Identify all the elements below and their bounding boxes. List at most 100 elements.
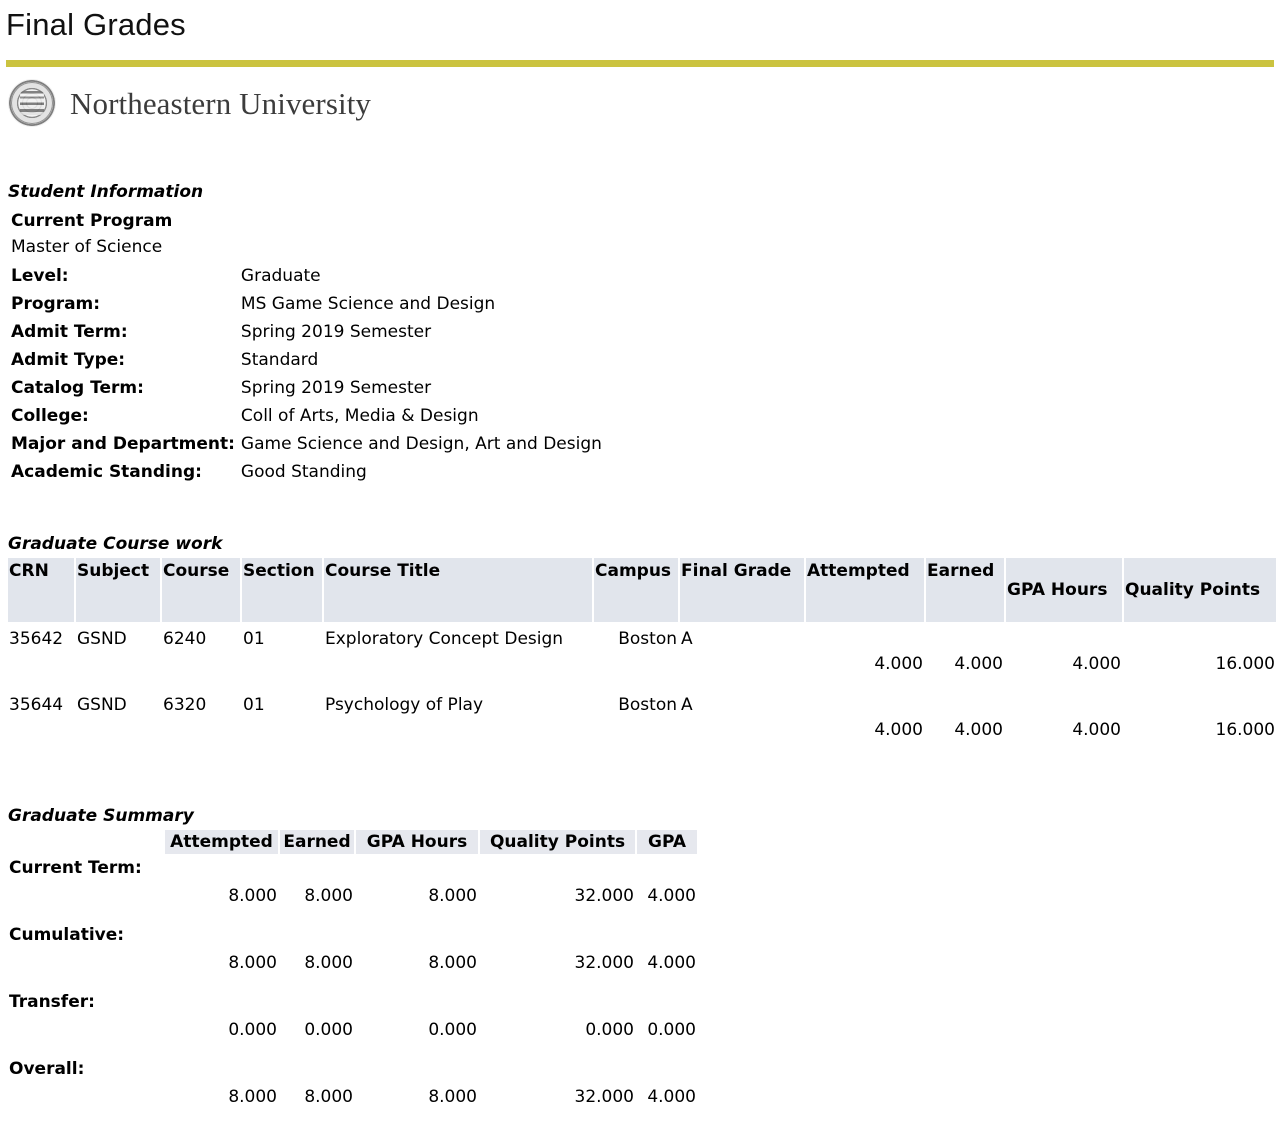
- cell-quality-points: 32.000: [574, 886, 634, 906]
- column-header-attempted: Attempted: [806, 558, 924, 622]
- accent-divider: [6, 60, 1274, 67]
- cell-attempted: 0.000: [228, 1020, 277, 1040]
- student-information-section: Student Information Current Program Mast…: [0, 182, 1280, 486]
- cell-earned: 4.000: [954, 720, 1003, 740]
- cell-gpa-hours: 0.000: [428, 1020, 477, 1040]
- info-value: Spring 2019 Semester: [240, 378, 432, 398]
- column-header-campus: Campus: [594, 558, 678, 622]
- column-header-crn: CRN: [8, 558, 74, 622]
- column-header-earned: Earned: [926, 558, 1004, 622]
- cell-gpa-hours: 8.000: [428, 1087, 477, 1107]
- cell-course-title: Exploratory Concept Design: [325, 629, 564, 649]
- university-seal-icon: [8, 79, 56, 127]
- info-value: Coll of Arts, Media & Design: [240, 406, 479, 426]
- info-value: Graduate: [240, 266, 321, 286]
- column-header-course: Course: [162, 558, 240, 622]
- info-label: Program:: [11, 294, 101, 314]
- cell-course: 6320: [163, 695, 207, 715]
- summary-row-label: Current Term:: [9, 858, 142, 878]
- graduate-summary-section: Graduate Summary Attempted Earned GPA Ho…: [0, 806, 1280, 1122]
- column-header-subject: Subject: [76, 558, 160, 622]
- info-row-admit-term: Admit Term: Spring 2019 Semester: [11, 318, 602, 346]
- info-label: Admit Type:: [11, 350, 126, 370]
- info-row-college: College: Coll of Arts, Media & Design: [11, 402, 602, 430]
- student-information-heading: Student Information: [8, 182, 204, 202]
- info-value: Good Standing: [240, 462, 367, 482]
- info-row-catalog-term: Catalog Term: Spring 2019 Semester: [11, 374, 602, 402]
- cell-quality-points: 32.000: [574, 1087, 634, 1107]
- cell-earned: 0.000: [304, 1020, 353, 1040]
- summary-table: Attempted Earned GPA Hours Quality Point…: [6, 830, 699, 1122]
- cell-course: 6240: [163, 629, 207, 649]
- graduate-coursework-section: Graduate Course work CRN Subject Course …: [0, 534, 1280, 754]
- current-program-value: Master of Science: [11, 237, 163, 257]
- cell-crn: 35642: [9, 629, 64, 649]
- info-value: MS Game Science and Design: [240, 294, 496, 314]
- cell-campus: Boston: [618, 695, 677, 715]
- column-header-section: Section: [242, 558, 322, 622]
- info-row-program: Program: MS Game Science and Design: [11, 290, 602, 318]
- coursework-header-row: CRN Subject Course Section Course Title …: [8, 558, 1276, 622]
- column-header-course-title: Course Title: [324, 558, 592, 622]
- cell-attempted: 8.000: [228, 953, 277, 973]
- cell-final-grade: A: [681, 629, 693, 649]
- cell-gpa-hours: 4.000: [1072, 720, 1121, 740]
- cell-campus: Boston: [618, 629, 677, 649]
- column-header-earned: Earned: [280, 830, 354, 854]
- cell-final-grade: A: [681, 695, 693, 715]
- info-value: Standard: [240, 350, 319, 370]
- column-header-quality-points: Quality Points: [1124, 558, 1276, 622]
- cell-crn: 35644: [9, 695, 64, 715]
- info-value: Spring 2019 Semester: [240, 322, 432, 342]
- cell-section: 01: [243, 695, 265, 715]
- info-label: Major and Department:: [11, 434, 235, 454]
- summary-row-label: Overall:: [9, 1059, 85, 1079]
- info-value: Game Science and Design, Art and Design: [240, 434, 602, 454]
- info-label: College:: [11, 406, 89, 426]
- student-information-table: Level: Graduate Program: MS Game Science…: [11, 262, 602, 486]
- coursework-table: CRN Subject Course Section Course Title …: [6, 558, 1278, 754]
- cell-subject: GSND: [77, 695, 127, 715]
- cell-subject: GSND: [77, 629, 127, 649]
- summary-row-label: Transfer:: [9, 992, 95, 1012]
- table-row: Transfer: 0.000 0.000 0.000 0.000 0.000: [8, 988, 697, 1055]
- column-header-quality-points: Quality Points: [480, 830, 635, 854]
- table-row: Current Term: 8.000 8.000 8.000 32.000 4…: [8, 854, 697, 921]
- column-header-final-grade: Final Grade: [680, 558, 804, 622]
- cell-attempted: 8.000: [228, 886, 277, 906]
- cell-quality-points: 16.000: [1215, 720, 1275, 740]
- info-row-admit-type: Admit Type: Standard: [11, 346, 602, 374]
- cell-gpa-hours: 4.000: [1072, 654, 1121, 674]
- summary-header-row: Attempted Earned GPA Hours Quality Point…: [8, 830, 697, 854]
- info-label: Catalog Term:: [11, 378, 144, 398]
- cell-attempted: 4.000: [874, 654, 923, 674]
- info-row-level: Level: Graduate: [11, 262, 602, 290]
- cell-earned: 4.000: [954, 654, 1003, 674]
- info-label: Level:: [11, 266, 69, 286]
- university-name: Northeastern University: [70, 85, 372, 121]
- cell-attempted: 8.000: [228, 1087, 277, 1107]
- cell-quality-points: 16.000: [1215, 654, 1275, 674]
- column-header-gpa: GPA: [637, 830, 697, 854]
- cell-earned: 8.000: [304, 953, 353, 973]
- cell-gpa: 0.000: [647, 1020, 696, 1040]
- cell-gpa: 4.000: [647, 1087, 696, 1107]
- info-row-academic-standing: Academic Standing: Good Standing: [11, 458, 602, 486]
- cell-attempted: 4.000: [874, 720, 923, 740]
- table-row: Overall: 8.000 8.000 8.000 32.000 4.000: [8, 1055, 697, 1122]
- info-row-major-department: Major and Department: Game Science and D…: [11, 430, 602, 458]
- column-header-gpa-hours: GPA Hours: [356, 830, 478, 854]
- info-label: Admit Term:: [11, 322, 128, 342]
- page-title: Final Grades: [6, 7, 186, 42]
- current-program-label: Current Program: [11, 211, 173, 231]
- table-row: 35642 GSND 6240 01 Exploratory Concept D…: [8, 622, 1276, 688]
- cell-gpa-hours: 8.000: [428, 886, 477, 906]
- cell-gpa-hours: 8.000: [428, 953, 477, 973]
- cell-section: 01: [243, 629, 265, 649]
- table-row: 35644 GSND 6320 01 Psychology of Play Bo…: [8, 688, 1276, 754]
- info-label: Academic Standing:: [11, 462, 202, 482]
- graduate-coursework-heading: Graduate Course work: [8, 534, 223, 554]
- cell-gpa: 4.000: [647, 886, 696, 906]
- cell-quality-points: 0.000: [585, 1020, 634, 1040]
- graduate-summary-heading: Graduate Summary: [8, 806, 194, 826]
